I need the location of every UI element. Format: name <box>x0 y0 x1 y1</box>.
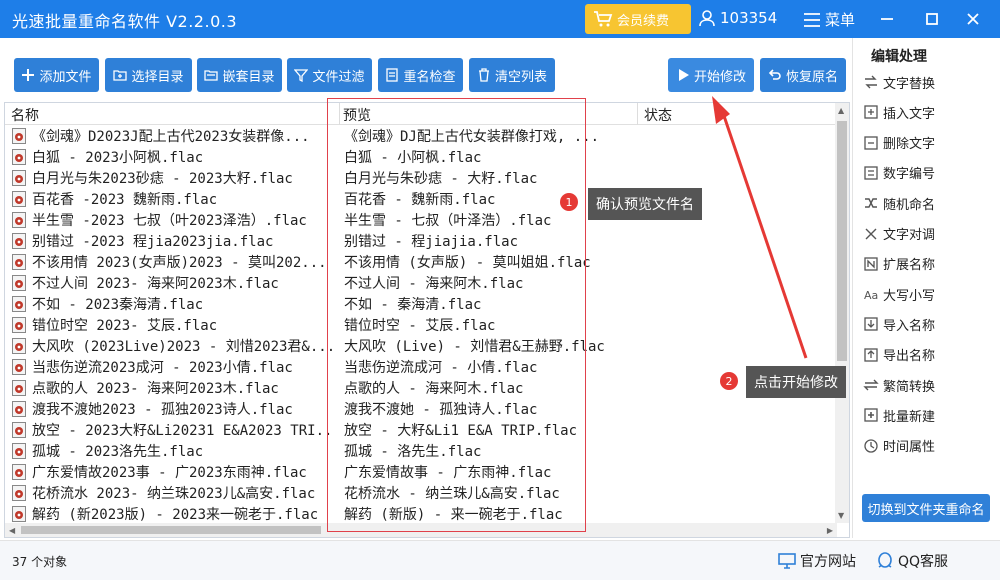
side-item-label: 扩展名称 <box>883 258 936 274</box>
edit-panel: 编辑处理 文字替换插入文字删除文字数字编号随机命名文字对调扩展名称 Aa 大写小写导… <box>852 38 1000 538</box>
side-item-label: 数字编号 <box>883 167 936 183</box>
side-item-label: 删除文字 <box>883 137 936 153</box>
side-item-12[interactable]: 批量新建 <box>863 404 935 426</box>
extension-icon <box>864 257 878 271</box>
side-item-label: 批量新建 <box>883 409 936 425</box>
side-item-9[interactable]: 导入名称 <box>863 313 935 335</box>
import-icon <box>864 317 878 332</box>
convert-icon <box>863 379 879 391</box>
export-icon <box>864 348 878 362</box>
side-item-5[interactable]: 随机命名 <box>863 192 935 214</box>
switch-folder-rename-button[interactable]: 切换到文件夹重命名 <box>862 494 990 522</box>
replace-icon <box>865 75 877 89</box>
side-item-2[interactable]: 插入文字 <box>863 101 935 123</box>
side-item-7[interactable]: 扩展名称 <box>863 253 935 275</box>
side-item-13[interactable]: 时间属性 <box>863 435 935 457</box>
side-item-8[interactable]: Aa 大写小写 <box>863 283 935 305</box>
qq-support-link[interactable]: QQ客服 <box>876 551 948 571</box>
shuffle-icon <box>865 198 877 208</box>
side-item-label: 文字对调 <box>883 228 936 243</box>
svg-text:Aa: Aa <box>864 289 878 302</box>
side-item-label: 导出名称 <box>883 349 936 365</box>
object-count: 37 个对象 <box>12 555 68 569</box>
number-icon <box>864 166 878 180</box>
delete-text-icon <box>864 135 878 150</box>
batch-new-icon <box>864 408 878 422</box>
side-item-1[interactable]: 文字替换 <box>863 71 935 93</box>
side-item-label: 随机命名 <box>883 197 936 213</box>
status-bar: 37 个对象 官方网站 QQ客服 <box>0 540 1000 580</box>
side-item-label: 导入名称 <box>883 318 936 334</box>
side-item-11[interactable]: 繁简转换 <box>863 374 935 396</box>
callout-arrow <box>712 96 808 359</box>
insert-icon <box>864 105 878 119</box>
side-item-10[interactable]: 导出名称 <box>863 344 935 366</box>
side-item-label: 文字替换 <box>883 76 936 92</box>
side-item-label: 时间属性 <box>883 440 936 456</box>
swap-icon <box>865 228 877 239</box>
side-item-label: 繁简转换 <box>883 379 936 395</box>
side-item-3[interactable]: 删除文字 <box>863 132 935 154</box>
qq-support-label: QQ客服 <box>898 554 949 570</box>
official-site-label: 官方网站 <box>800 554 856 570</box>
official-site-link[interactable]: 官方网站 <box>778 551 856 571</box>
edit-panel-title: 编辑处理 <box>871 49 927 65</box>
side-item-6[interactable]: 文字对调 <box>863 223 935 245</box>
qq-icon <box>878 552 892 568</box>
side-item-label: 大写小写 <box>883 288 936 304</box>
case-icon: Aa <box>864 289 878 302</box>
side-item-4[interactable]: 数字编号 <box>863 162 935 184</box>
clock-icon <box>864 438 878 453</box>
side-item-label: 插入文字 <box>883 106 936 122</box>
monitor-icon <box>778 553 796 569</box>
